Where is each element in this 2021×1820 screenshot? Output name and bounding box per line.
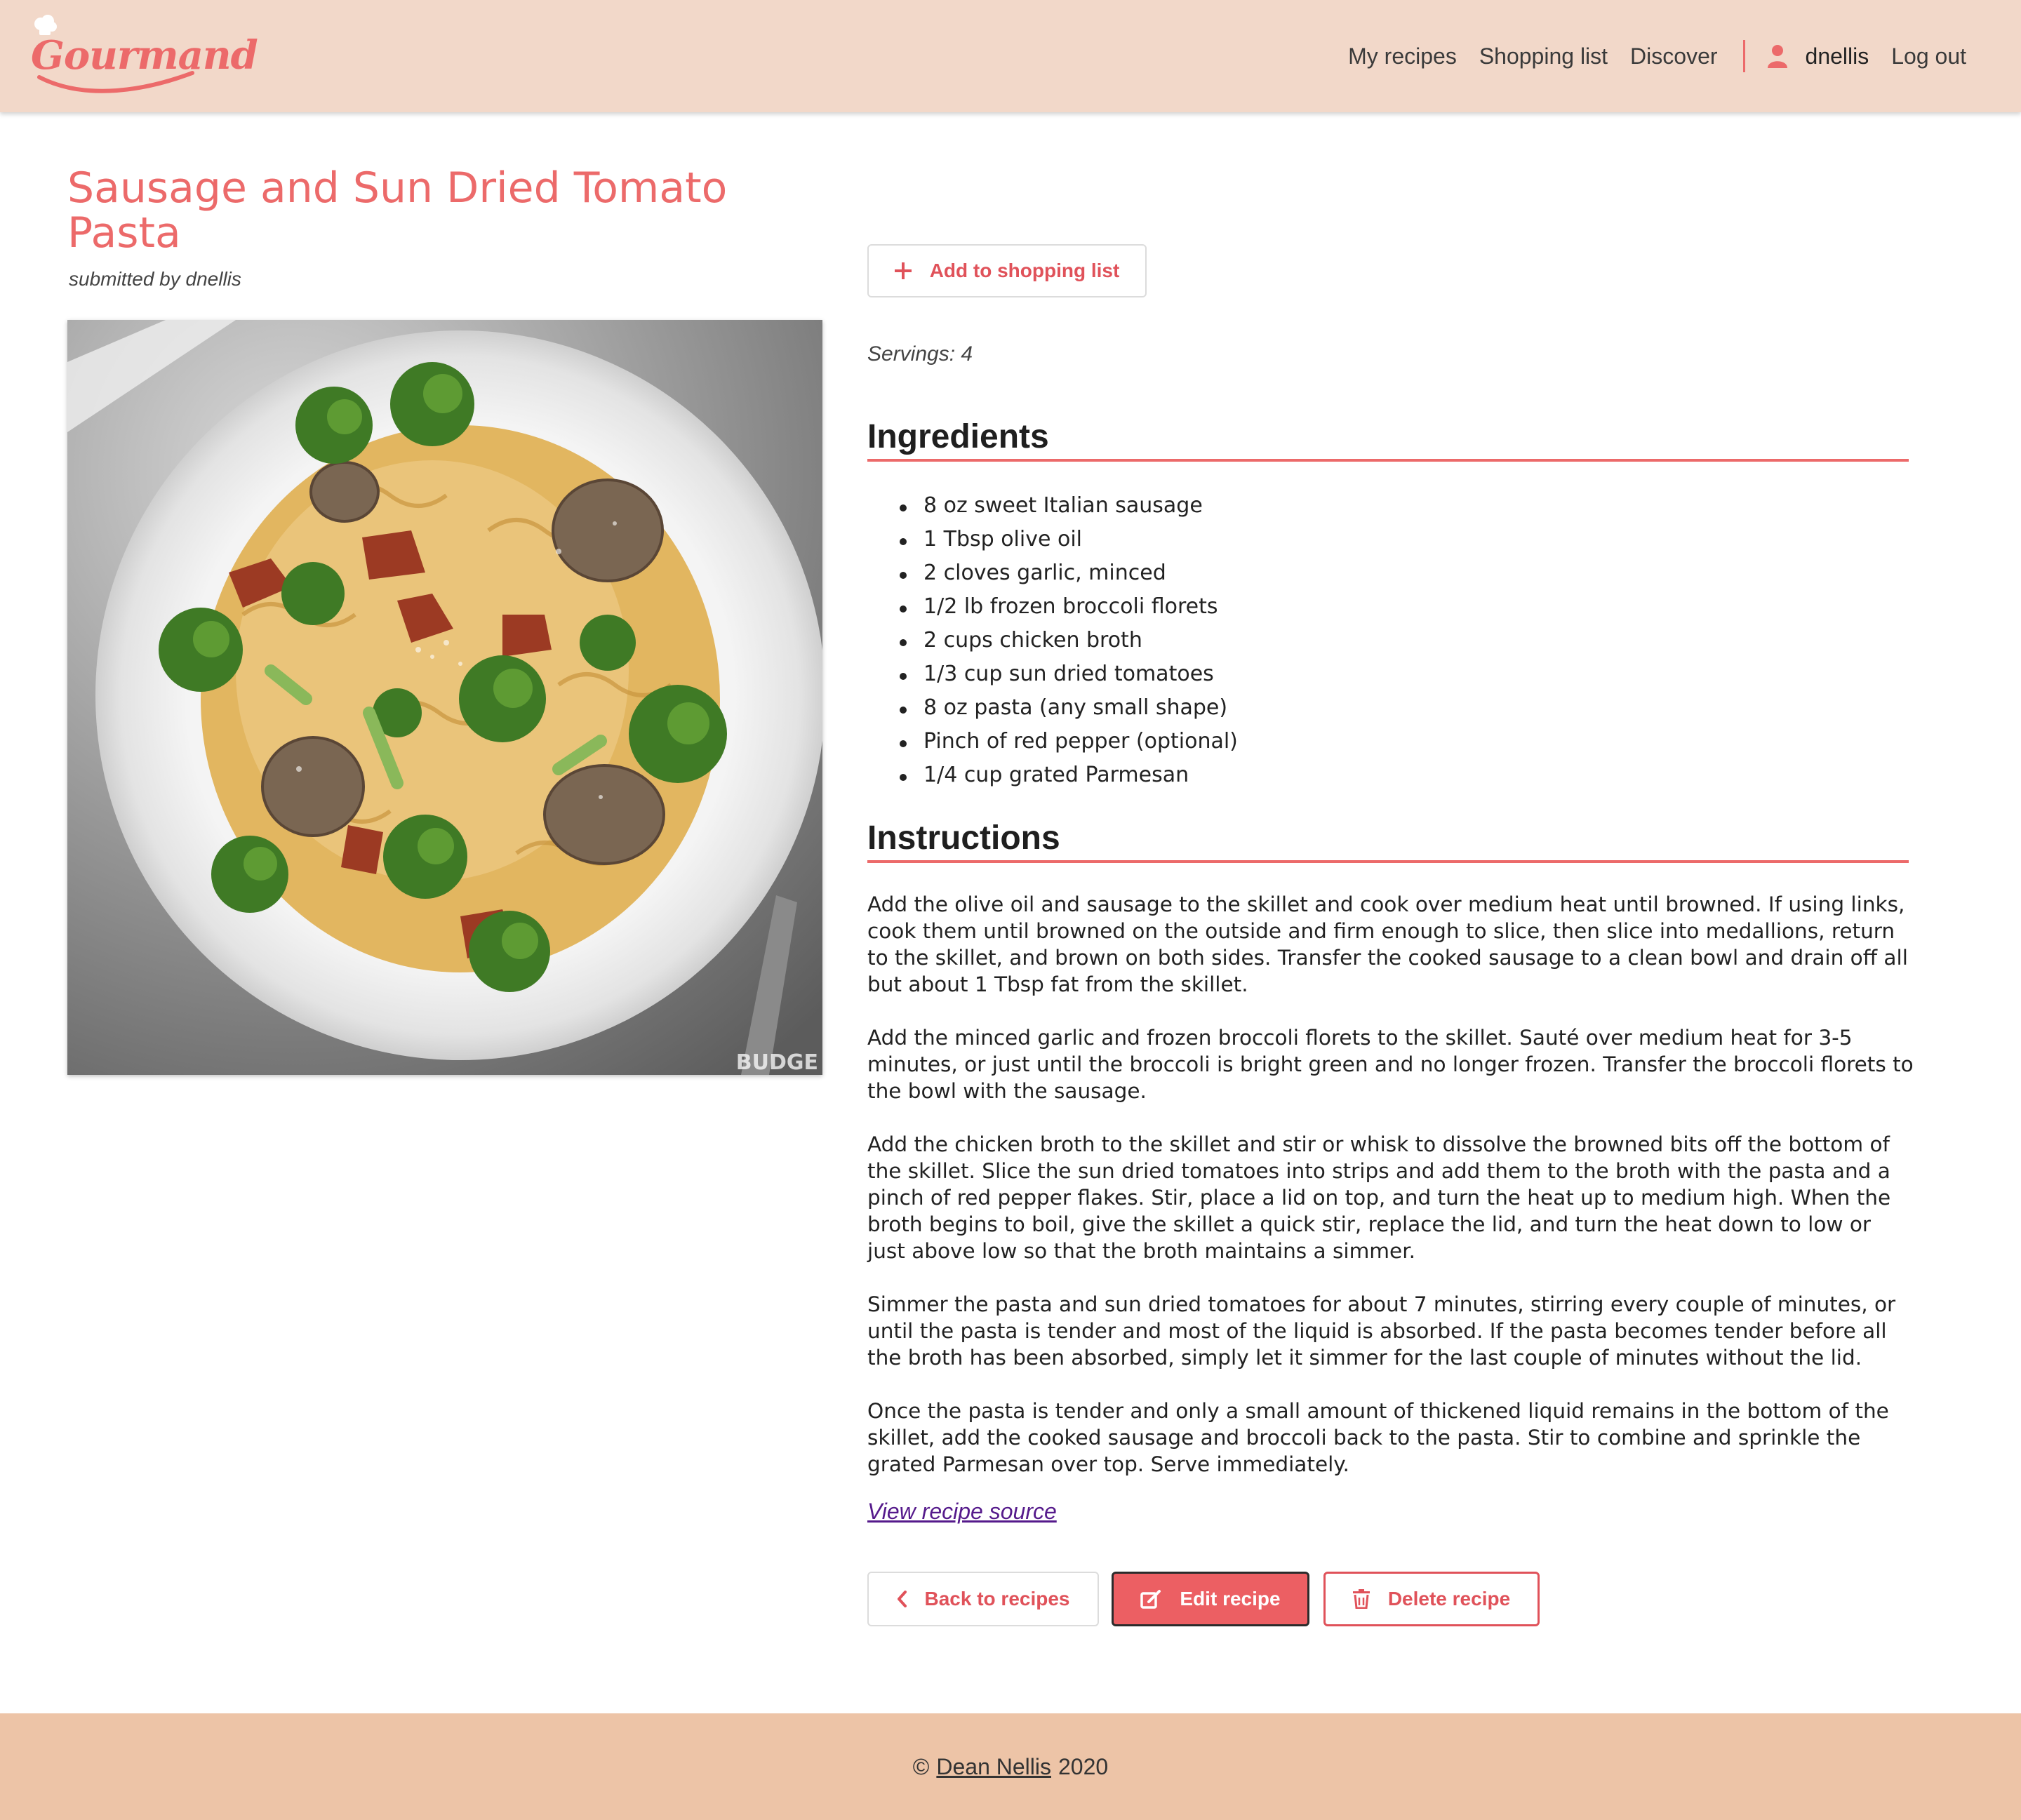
nav-username[interactable]: dnellis [1806,44,1869,69]
navbar: Gourmand My recipes Shopping list Discov… [0,0,2021,112]
ingredient-item: 1/2 lb frozen broccoli florets [867,592,1238,626]
back-to-recipes-button[interactable]: Back to recipes [867,1572,1099,1626]
instruction-step: Add the olive oil and sausage to the ski… [867,892,1908,996]
servings: Servings: 4 [867,342,973,366]
nav-my-recipes[interactable]: My recipes [1348,44,1457,69]
recipe-photo: BUDGE [67,320,822,1075]
nav-shopping-list[interactable]: Shopping list [1479,44,1608,69]
ingredient-item: 2 cups chicken broth [867,626,1238,660]
ingredient-item: 8 oz sweet Italian sausage [867,491,1238,525]
back-to-recipes-label: Back to recipes [924,1588,1070,1610]
nav-logout[interactable]: Log out [1891,44,1966,69]
ingredient-item: 1/3 cup sun dried tomatoes [867,660,1238,693]
chevron-left-icon [897,1591,907,1607]
brand-logo[interactable]: Gourmand [31,14,258,98]
ingredient-item: 1 Tbsp olive oil [867,525,1238,558]
author-link[interactable]: Dean Nellis [936,1754,1051,1780]
copyright-year: 2020 [1058,1753,1109,1779]
instructions-heading: Instructions [867,818,1909,863]
main-nav: My recipes Shopping list Discover dnelli… [1326,0,1966,112]
instruction-step: Add the chicken broth to the skillet and… [867,1132,1891,1263]
instruction-step: Simmer the pasta and sun dried tomatoes … [867,1292,1896,1370]
ingredient-item: 2 cloves garlic, minced [867,558,1238,592]
ingredients-heading: Ingredients [867,417,1909,462]
instructions-body: Add the olive oil and sausage to the ski… [867,891,1914,1504]
edit-icon [1140,1590,1161,1609]
nav-divider [1742,40,1745,72]
submitted-by: submitted by dnellis [69,268,241,290]
edit-recipe-button[interactable]: Edit recipe [1112,1572,1309,1626]
edit-recipe-label: Edit recipe [1180,1588,1281,1610]
delete-recipe-button[interactable]: Delete recipe [1323,1572,1540,1626]
plus-icon [894,262,912,279]
footer: © Dean Nellis 2020 [0,1713,2021,1820]
user-icon [1767,45,1787,68]
view-recipe-source-link[interactable]: View recipe source [867,1499,1057,1525]
ingredients-list: 8 oz sweet Italian sausage 1 Tbsp olive … [867,491,1238,794]
photo-watermark: BUDGE [735,1050,818,1075]
instruction-step: Add the minced garlic and frozen broccol… [867,1026,1914,1103]
add-to-shopping-list-button[interactable]: Add to shopping list [867,244,1147,297]
add-to-shopping-list-label: Add to shopping list [929,260,1120,281]
ingredient-item: 1/4 cup grated Parmesan [867,761,1238,794]
ingredient-item: 8 oz pasta (any small shape) [867,693,1238,727]
ingredient-item: Pinch of red pepper (optional) [867,727,1238,761]
recipe-title: Sausage and Sun Dried Tomato Pasta [67,163,728,257]
delete-recipe-label: Delete recipe [1387,1588,1511,1610]
copyright-symbol: © [912,1753,930,1779]
nav-discover[interactable]: Discover [1630,44,1717,69]
instruction-step: Once the pasta is tender and only a smal… [867,1399,1889,1476]
recipe-photo-illustration [67,320,822,1075]
trash-icon [1352,1589,1370,1609]
logo-swoosh [37,71,194,93]
